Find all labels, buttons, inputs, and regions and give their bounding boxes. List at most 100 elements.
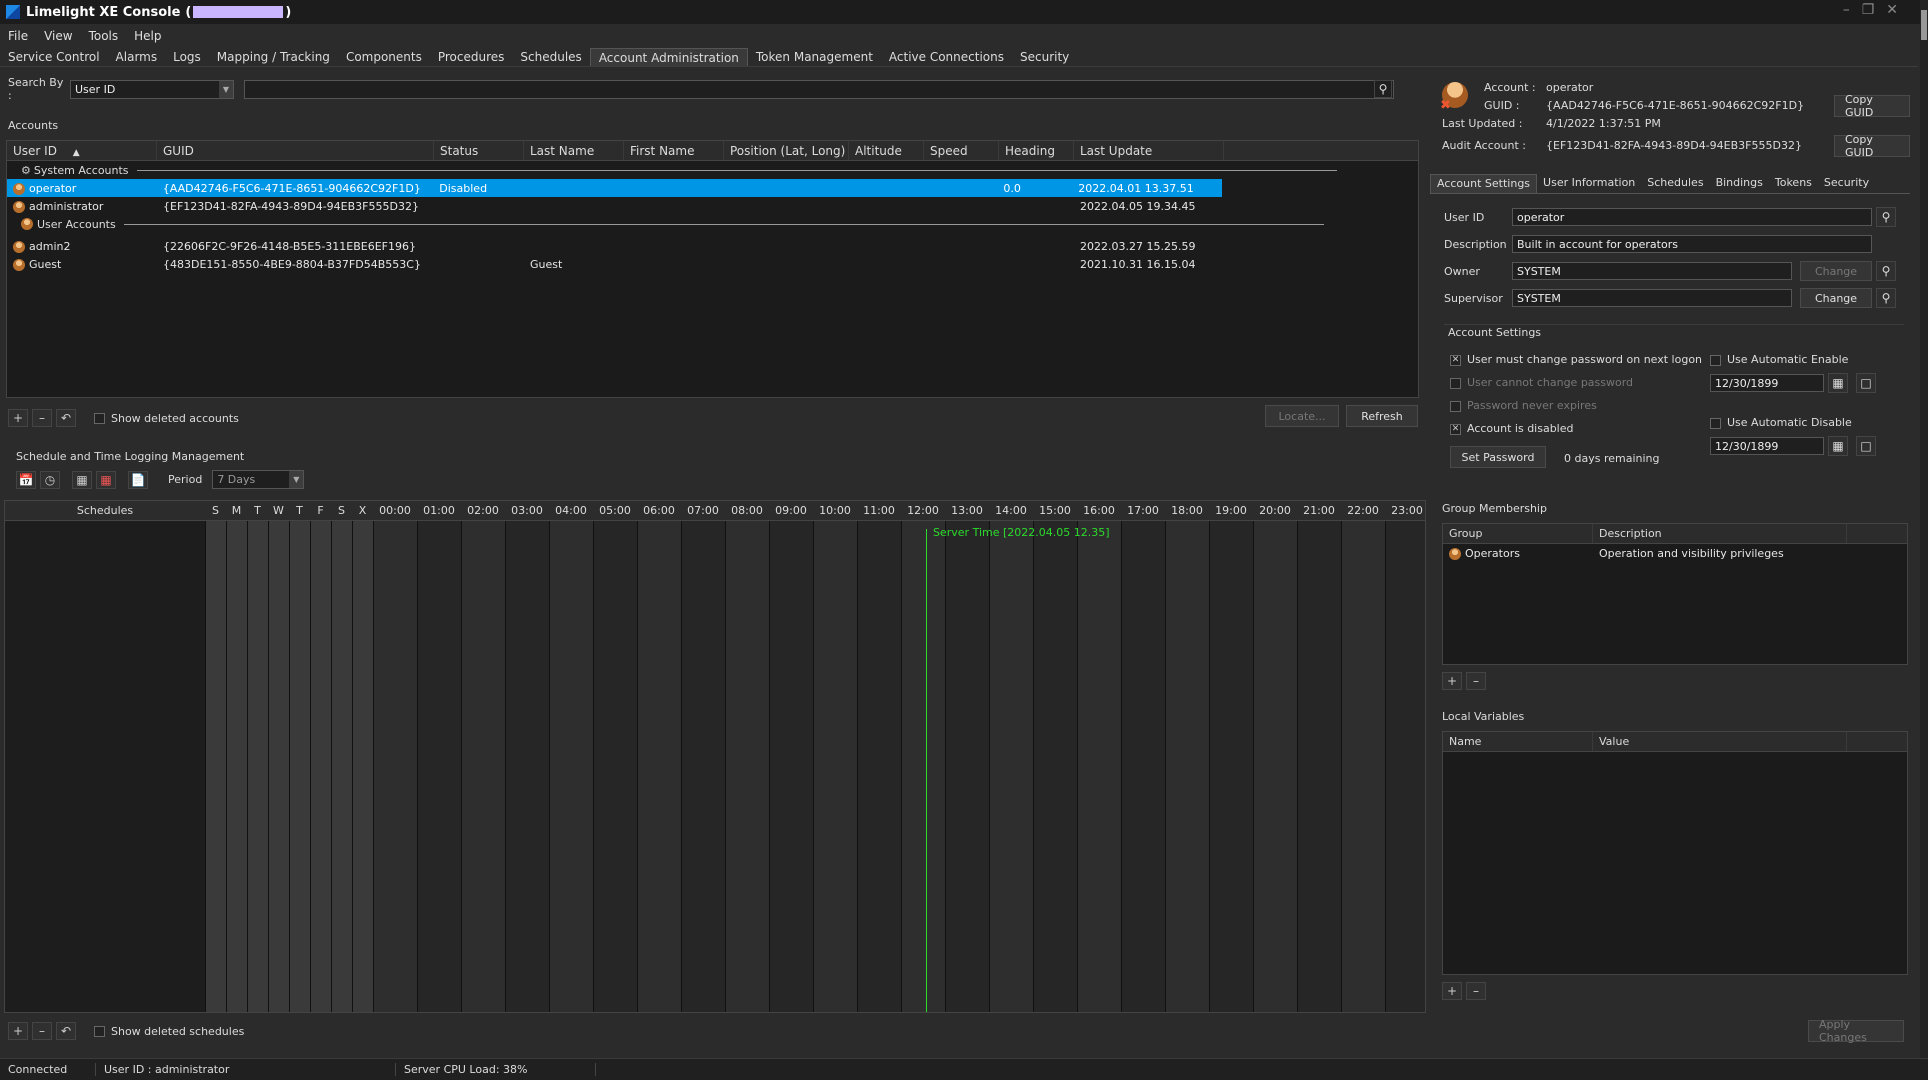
col-user-id[interactable]: User ID ▲ [7, 141, 157, 160]
menu-file[interactable]: File [0, 27, 36, 47]
col-heading[interactable]: Heading [999, 141, 1074, 160]
owner-field[interactable]: SYSTEM [1512, 262, 1792, 280]
tab-procedures[interactable]: Procedures [430, 48, 513, 66]
undo-icon[interactable]: ↶ [56, 1022, 76, 1040]
calendar-add-icon[interactable]: 📅 [16, 470, 36, 489]
menu-tools[interactable]: Tools [81, 27, 127, 47]
table-row[interactable]: administrator {EF123D41-82FA-4943-89D4-9… [7, 197, 1418, 215]
search-icon[interactable]: ⚲ [1876, 207, 1896, 227]
tab-account-settings[interactable]: Account Settings [1430, 174, 1538, 193]
col-description[interactable]: Description [1593, 524, 1847, 543]
undo-icon[interactable]: ↶ [56, 409, 76, 427]
search-input[interactable] [244, 79, 1394, 99]
tab-mapping[interactable]: Mapping / Tracking [209, 48, 338, 66]
calendar-icon[interactable]: ▦ [1828, 436, 1848, 456]
minimize-icon[interactable]: – [1843, 2, 1850, 18]
account-disabled-checkbox[interactable]: ✕ Account is disabled [1450, 422, 1574, 435]
tab-bindings[interactable]: Bindings [1710, 174, 1769, 193]
col-altitude[interactable]: Altitude [849, 141, 924, 160]
close-icon[interactable]: ✕ [1886, 2, 1898, 18]
clock-icon[interactable]: ◷ [40, 470, 60, 489]
supervisor-field[interactable]: SYSTEM [1512, 289, 1792, 307]
tab-schedules[interactable]: Schedules [1641, 174, 1709, 193]
hour-column [1341, 521, 1385, 1012]
cannot-change-password-checkbox[interactable]: User cannot change password [1450, 376, 1633, 389]
auto-disable-date[interactable]: 12/30/1899 [1710, 437, 1824, 455]
supervisor-change-button[interactable]: Change [1800, 288, 1872, 308]
schedule-grid[interactable]: Schedules S M T W T F S X 00:00 01:00 02:00 03:00 04… [4, 500, 1426, 1013]
auto-enable-date[interactable]: 12/30/1899 [1710, 374, 1824, 392]
calendar-clear-icon[interactable]: □ [1856, 373, 1876, 393]
search-by-select[interactable]: User ID ▼ [70, 79, 234, 99]
tab-user-information[interactable]: User Information [1537, 174, 1641, 193]
group-user-accounts[interactable]: User Accounts [7, 215, 1418, 233]
remove-schedule-button[interactable]: – [32, 1022, 52, 1040]
tab-security[interactable]: Security [1012, 48, 1077, 66]
search-icon[interactable]: ⚲ [1876, 261, 1896, 281]
show-deleted-schedules-checkbox[interactable]: Show deleted schedules [94, 1025, 244, 1038]
auto-disable-checkbox[interactable]: Use Automatic Disable [1710, 416, 1852, 429]
col-group[interactable]: Group [1443, 524, 1593, 543]
window-scrollbar[interactable] [1920, 0, 1928, 1058]
tab-token-management[interactable]: Token Management [748, 48, 881, 66]
menu-view[interactable]: View [36, 27, 80, 47]
hour-column [769, 521, 813, 1012]
tab-account-administration[interactable]: Account Administration [589, 48, 748, 66]
tab-alarms[interactable]: Alarms [108, 48, 166, 66]
table-row[interactable]: operator {AAD42746-F5C6-471E-8651-904662… [7, 179, 1222, 197]
add-group-button[interactable]: + [1442, 672, 1462, 690]
col-position[interactable]: Position (Lat, Long) [724, 141, 849, 160]
search-icon[interactable]: ⚲ [1374, 80, 1392, 98]
calendar-clear-icon[interactable]: □ [1856, 436, 1876, 456]
set-password-button[interactable]: Set Password [1450, 446, 1546, 468]
password-never-expires-checkbox[interactable]: Password never expires [1450, 399, 1597, 412]
col-value[interactable]: Value [1593, 732, 1847, 751]
group-system-accounts[interactable]: ⚙ System Accounts [7, 161, 1418, 179]
col-last-name[interactable]: Last Name [524, 141, 624, 160]
user-id-field[interactable]: operator [1512, 208, 1872, 226]
table-row[interactable]: admin2 {22606F2C-9F26-4148-B5E5-311EBE6E… [7, 237, 1418, 255]
tab-tokens[interactable]: Tokens [1769, 174, 1818, 193]
refresh-button[interactable]: Refresh [1346, 405, 1418, 427]
description-label: Description [1444, 237, 1507, 251]
copy-audit-guid-button[interactable]: Copy GUID [1834, 133, 1910, 159]
document-icon[interactable]: 📄 [128, 470, 148, 489]
copy-guid-button[interactable]: Copy GUID [1834, 93, 1910, 119]
period-select[interactable]: 7 Days ▼ [212, 470, 305, 489]
remove-account-button[interactable]: – [32, 409, 52, 427]
search-icon[interactable]: ⚲ [1876, 288, 1896, 308]
col-speed[interactable]: Speed [924, 141, 999, 160]
auto-enable-checkbox[interactable]: Use Automatic Enable [1710, 353, 1848, 366]
remove-variable-button[interactable]: – [1466, 982, 1486, 1000]
description-field[interactable]: Built in account for operators [1512, 235, 1872, 253]
col-guid[interactable]: GUID [157, 141, 434, 160]
col-first-name[interactable]: First Name [624, 141, 724, 160]
tab-service-control[interactable]: Service Control [0, 48, 108, 66]
col-last-update[interactable]: Last Update [1074, 141, 1224, 160]
hour-column [725, 521, 769, 1012]
owner-change-button[interactable]: Change [1800, 261, 1872, 281]
must-change-password-checkbox[interactable]: ✕ User must change password on next logon [1450, 353, 1702, 366]
calendar-icon[interactable]: ▦ [1828, 373, 1848, 393]
menu-help[interactable]: Help [126, 27, 169, 47]
calendar-day-icon[interactable]: ▦ [96, 470, 116, 489]
locate-button[interactable]: Locate... [1265, 405, 1339, 427]
remove-group-button[interactable]: – [1466, 672, 1486, 690]
tab-components[interactable]: Components [338, 48, 430, 66]
col-name[interactable]: Name [1443, 732, 1593, 751]
apply-changes-button[interactable]: Apply Changes [1808, 1018, 1904, 1044]
add-variable-button[interactable]: + [1442, 982, 1462, 1000]
tab-security[interactable]: Security [1818, 174, 1875, 193]
hour-column [1253, 521, 1297, 1012]
tab-schedules[interactable]: Schedules [512, 48, 589, 66]
col-status[interactable]: Status [434, 141, 524, 160]
tab-logs[interactable]: Logs [165, 48, 209, 66]
add-schedule-button[interactable]: + [8, 1022, 28, 1040]
restore-icon[interactable]: ❐ [1862, 2, 1875, 18]
show-deleted-accounts-checkbox[interactable]: Show deleted accounts [94, 412, 239, 425]
table-row[interactable]: Guest {483DE151-8550-4BE9-8804-B37FD54B5… [7, 255, 1418, 273]
table-row[interactable]: Operators Operation and visibility privi… [1443, 544, 1907, 562]
tab-active-connections[interactable]: Active Connections [881, 48, 1012, 66]
calendar-week-icon[interactable]: ▦ [72, 470, 92, 489]
add-account-button[interactable]: + [8, 409, 28, 427]
